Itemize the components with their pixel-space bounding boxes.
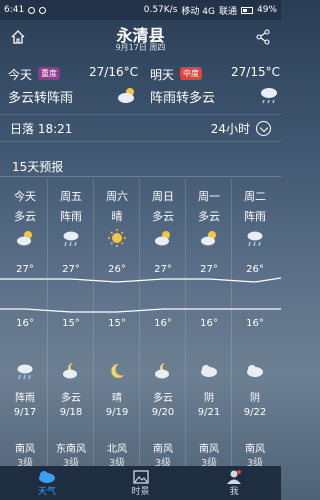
rain-icon <box>17 364 33 380</box>
cloud-moon-icon <box>155 363 169 379</box>
day-condition: 晴 <box>111 210 123 223</box>
forecast-date: 9/22 <box>243 407 267 418</box>
night-condition: 阴 <box>250 393 260 404</box>
forecast-date: 9/20 <box>151 407 175 418</box>
forecast-date: 9/17 <box>13 407 37 418</box>
tomorrow-condition: 阵雨转多云 <box>150 91 216 106</box>
forecast-title: 15天预报 <box>12 160 64 174</box>
aqi-badge: 重度 <box>38 67 60 80</box>
wind-direction: 南风 <box>153 444 173 455</box>
rain-cloud-icon <box>63 231 79 247</box>
battery-icon <box>240 6 253 14</box>
cloud-sun-icon <box>118 88 134 103</box>
header-date: 9月17日 周四 <box>115 43 166 52</box>
night-condition: 多云 <box>61 393 81 404</box>
tab-label: 天气 <box>37 487 56 497</box>
night-condition: 阵雨 <box>15 393 35 404</box>
cloud-moon-icon <box>63 363 77 379</box>
photo-tab-icon <box>132 470 149 484</box>
today-label: 今天 <box>8 68 33 82</box>
status-bar: 6:41 0.57K/s 移动 4G 联通 49% <box>0 0 281 20</box>
forecast-date: 9/21 <box>197 407 221 418</box>
profile-tab-icon <box>227 470 242 484</box>
high-temp-line <box>0 277 281 283</box>
notification-icon <box>39 6 47 14</box>
forecast-date: 9/18 <box>59 407 83 418</box>
day-name: 周五 <box>60 190 82 203</box>
wind-direction: 东南风 <box>56 444 86 455</box>
share-icon[interactable] <box>255 29 271 45</box>
app-header: 永清县 9月17日 周四 <box>0 20 281 56</box>
tab-weather[interactable]: 天气 <box>0 466 94 500</box>
today-temp: 27/16°C <box>89 65 138 79</box>
aqi-badge: 中度 <box>180 67 202 80</box>
bottom-tab-bar: 天气 时景 我 <box>0 466 281 500</box>
sunset-time: 日落 18:21 <box>10 121 73 136</box>
status-battery: 49% <box>256 5 277 15</box>
notification-icon <box>28 6 36 14</box>
cloud-sun-icon <box>155 231 170 246</box>
wind-direction: 南风 <box>199 444 219 455</box>
tab-photos[interactable]: 时景 <box>94 466 188 500</box>
status-carrier: 联通 <box>218 6 237 17</box>
status-time: 6:41 <box>4 5 25 15</box>
day-condition: 多云 <box>198 210 220 223</box>
rain-cloud-icon <box>261 88 277 104</box>
day-condition: 多云 <box>152 210 174 223</box>
tomorrow-label: 明天 <box>150 68 175 82</box>
day-name: 周日 <box>152 190 174 203</box>
hourly-toggle[interactable]: 24小时 <box>211 120 271 137</box>
tomorrow-temp: 27/15°C <box>231 65 280 79</box>
day-name: 今天 <box>14 190 36 203</box>
cloud-sun-icon <box>17 231 32 246</box>
sunset-row: 日落 18:21 24小时 <box>0 114 281 142</box>
sun-icon <box>108 229 126 247</box>
tab-label: 时景 <box>131 487 150 497</box>
moon-icon <box>111 363 124 378</box>
cloud-icon <box>247 365 263 377</box>
tab-me[interactable]: 我 <box>187 466 281 500</box>
weather-tab-icon <box>38 471 55 483</box>
wind-direction: 南风 <box>245 444 265 455</box>
day-summary: 今天 重度 27/16°C 多云转阵雨 明天 中度 27/15°C 阵雨转多云 <box>0 60 281 110</box>
day-condition: 多云 <box>14 210 36 223</box>
wind-direction: 南风 <box>15 444 35 455</box>
forecast-date: 9/19 <box>105 407 129 418</box>
hourly-label: 24小时 <box>210 121 250 136</box>
night-condition: 多云 <box>153 393 173 404</box>
status-network: 移动 4G <box>181 6 215 17</box>
tab-label: 我 <box>229 487 239 497</box>
day-name: 周六 <box>106 190 128 203</box>
night-condition: 晴 <box>112 393 122 404</box>
day-name: 周一 <box>198 190 220 203</box>
rain-cloud-icon <box>247 231 263 247</box>
divider <box>0 176 281 177</box>
temperature-curves <box>0 277 281 313</box>
tomorrow-summary[interactable]: 明天 中度 27/15°C 阵雨转多云 <box>150 60 280 110</box>
day-condition: 阵雨 <box>244 210 266 223</box>
night-condition: 阴 <box>204 393 214 404</box>
today-condition: 多云转阵雨 <box>8 91 74 106</box>
low-temp-line <box>0 308 281 313</box>
cloud-icon <box>201 365 217 377</box>
chevron-down-icon <box>256 120 271 136</box>
wind-direction: 北风 <box>107 444 127 455</box>
cloud-sun-icon <box>201 231 216 246</box>
day-name: 周二 <box>244 190 266 203</box>
today-summary[interactable]: 今天 重度 27/16°C 多云转阵雨 <box>8 60 138 110</box>
status-speed: 0.57K/s <box>143 5 178 15</box>
day-condition: 阵雨 <box>60 210 82 223</box>
